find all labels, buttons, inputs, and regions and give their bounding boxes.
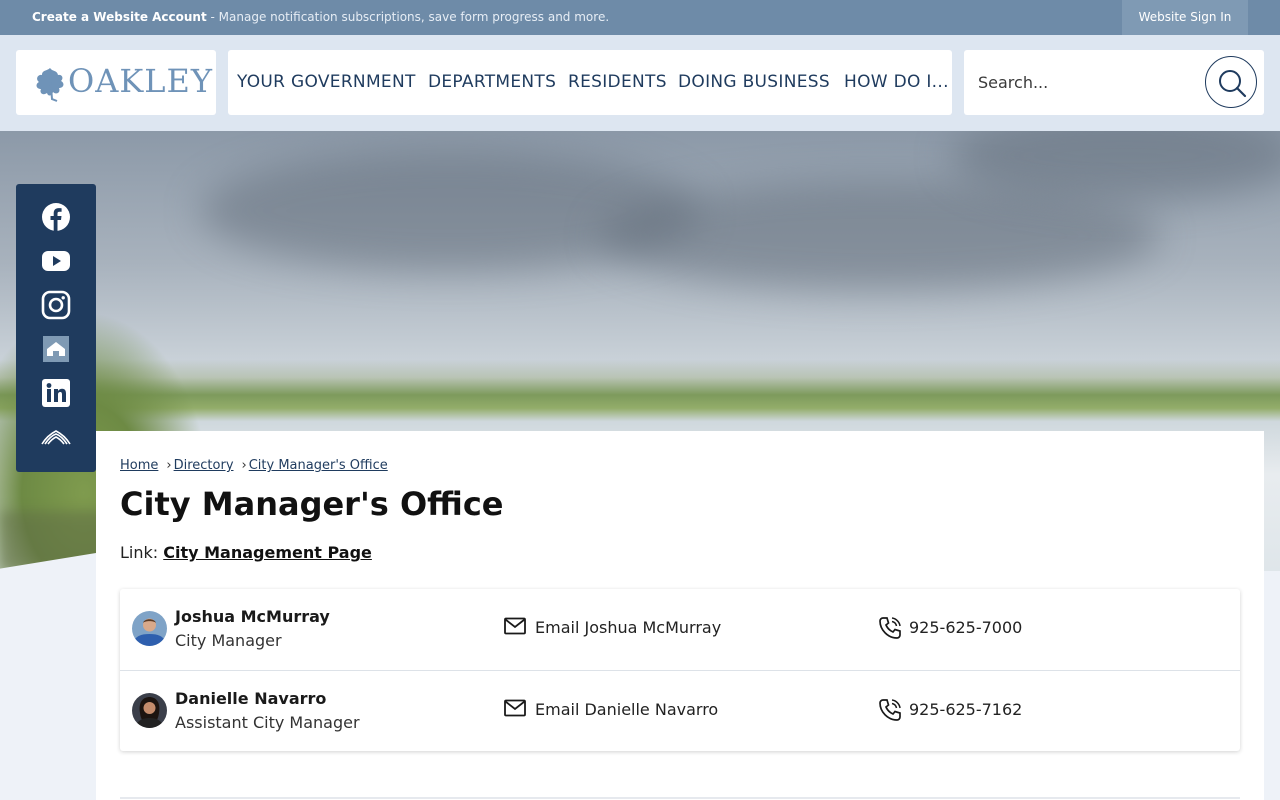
phone-link[interactable]: 925-625-7000 xyxy=(909,618,1022,637)
staff-row: Joshua McMurray City Manager Email Joshu… xyxy=(120,589,1240,669)
phone-link[interactable]: 925-625-7162 xyxy=(909,700,1022,719)
youtube-icon[interactable] xyxy=(41,246,71,276)
nextdoor-icon[interactable] xyxy=(41,334,71,364)
phone-icon xyxy=(879,617,901,639)
nav-doing-business[interactable]: DOING BUSINESS xyxy=(678,72,830,92)
site-logo[interactable]: OAKLEY xyxy=(16,50,216,115)
breadcrumb-current[interactable]: City Manager's Office xyxy=(249,458,388,473)
section-divider xyxy=(120,797,1240,799)
content-card: Home › Directory › City Manager's Office Cit… xyxy=(96,431,1264,800)
staff-name: Joshua McMurray xyxy=(175,607,330,626)
city-app-icon[interactable] xyxy=(41,422,71,452)
account-banner-text: - Manage notification subscriptions, sav… xyxy=(206,10,610,24)
site-header: OAKLEY YOUR GOVERNMENT DEPARTMENTS RESID… xyxy=(0,35,1280,131)
oak-leaf-icon xyxy=(36,68,64,102)
nav-departments[interactable]: DEPARTMENTS xyxy=(428,72,556,92)
search-icon xyxy=(1219,70,1247,98)
phone-icon xyxy=(879,699,901,721)
instagram-icon[interactable] xyxy=(41,290,71,320)
department-link-line: Link: City Management Page xyxy=(120,543,372,562)
link-label: Link: xyxy=(120,543,164,562)
staff-title: Assistant City Manager xyxy=(175,713,360,732)
linkedin-icon[interactable] xyxy=(41,378,71,408)
staff-name: Danielle Navarro xyxy=(175,689,327,708)
breadcrumb-directory[interactable]: Directory xyxy=(174,458,234,473)
city-management-page-link[interactable]: City Management Page xyxy=(163,543,372,562)
nav-residents[interactable]: RESIDENTS xyxy=(568,72,667,92)
account-banner: Create a Website Account - Manage notifi… xyxy=(32,10,609,24)
logo-wordmark: OAKLEY xyxy=(68,62,213,100)
search-button[interactable] xyxy=(1205,56,1257,108)
search-input[interactable] xyxy=(978,68,1198,96)
mail-icon xyxy=(504,699,526,717)
nav-how-do-i[interactable]: HOW DO I... xyxy=(844,72,949,92)
main-nav: YOUR GOVERNMENT DEPARTMENTS RESIDENTS DO… xyxy=(228,50,952,115)
breadcrumb-home[interactable]: Home xyxy=(120,458,158,473)
staff-row: Danielle Navarro Assistant City Manager … xyxy=(120,670,1240,750)
avatar xyxy=(132,693,167,728)
social-media-bar xyxy=(16,184,96,472)
search-box xyxy=(964,50,1264,115)
top-bar: Create a Website Account - Manage notifi… xyxy=(0,0,1280,35)
email-link[interactable]: Email Joshua McMurray xyxy=(535,618,721,637)
sign-in-button[interactable]: Website Sign In xyxy=(1122,0,1248,35)
staff-title: City Manager xyxy=(175,631,282,650)
breadcrumb: Home › Directory › City Manager's Office xyxy=(120,458,388,473)
nav-your-government[interactable]: YOUR GOVERNMENT xyxy=(237,72,416,92)
email-link[interactable]: Email Danielle Navarro xyxy=(535,700,718,719)
create-account-link[interactable]: Create a Website Account xyxy=(32,10,207,24)
avatar xyxy=(132,611,167,646)
mail-icon xyxy=(504,617,526,635)
facebook-icon[interactable] xyxy=(41,202,71,232)
page-title: City Manager's Office xyxy=(120,485,504,523)
staff-directory: Joshua McMurray City Manager Email Joshu… xyxy=(120,589,1240,751)
